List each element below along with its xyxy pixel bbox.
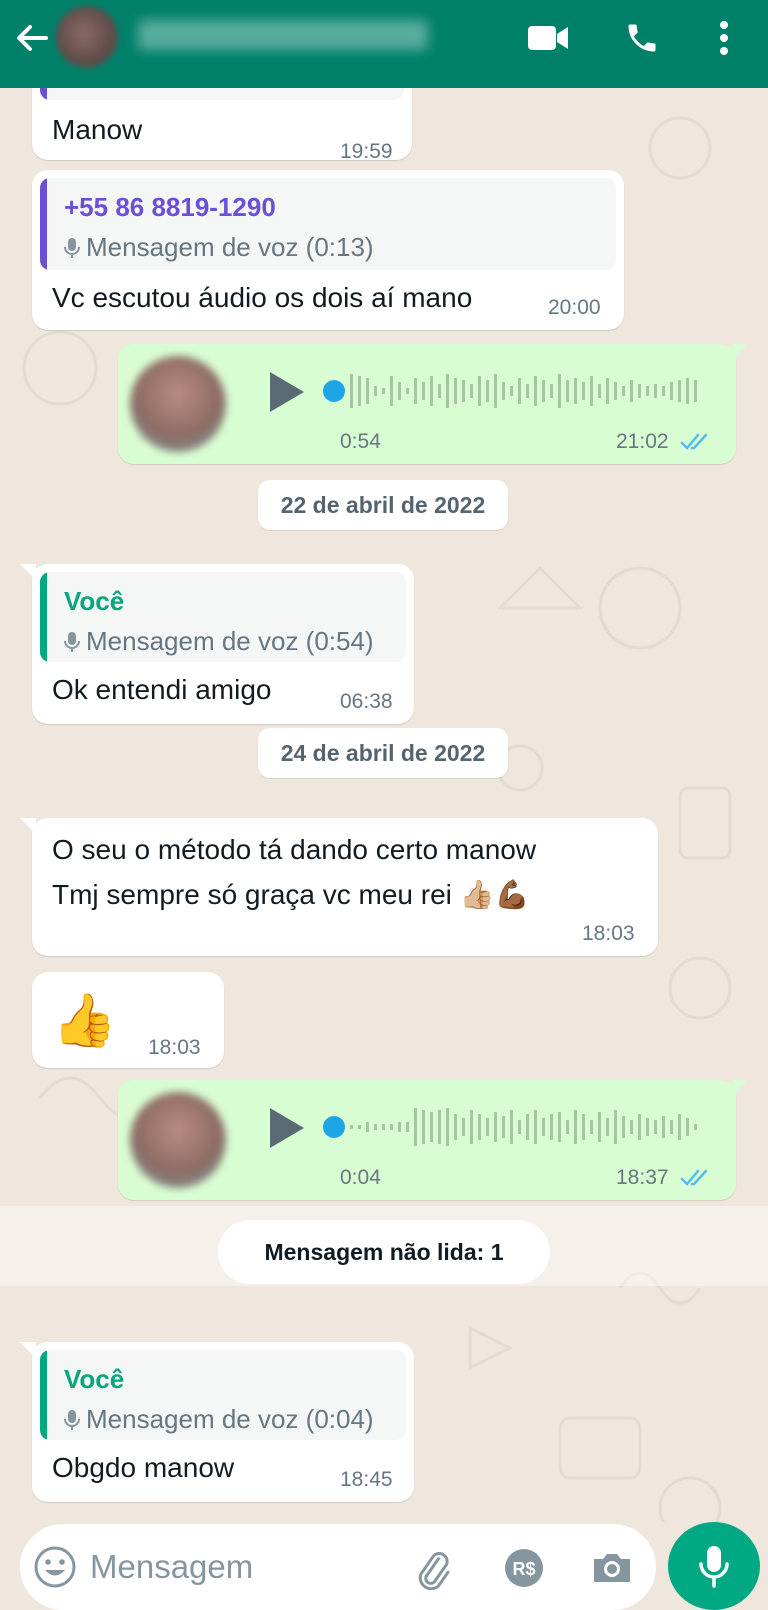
quote-sender: Você: [64, 1364, 125, 1394]
message-input[interactable]: [90, 1544, 390, 1590]
payment-button[interactable]: R$: [504, 1548, 544, 1588]
quoted-message[interactable]: +55 86 8819-1290 Mensagem de voz (0:13): [40, 178, 616, 270]
quoted-message[interactable]: Você Mensagem de voz (0:04): [40, 1350, 406, 1440]
sender-avatar: [130, 356, 226, 452]
message-time: 18:37: [616, 1166, 669, 1189]
chat-header: [0, 0, 768, 88]
double-check-icon: [680, 1169, 708, 1186]
contact-name-redacted[interactable]: [138, 20, 428, 50]
message-bubble[interactable]: +55 86 8819-1290 Mensagem de voz (0:13) …: [32, 170, 624, 330]
message-time: 20:00: [548, 296, 601, 319]
message-text: O seu o método tá dando certo manow: [52, 834, 537, 865]
double-check-icon: [680, 433, 708, 450]
quote-bar: [40, 178, 47, 270]
message-list[interactable]: Manow 19:59 +55 86 8819-1290 Mensagem de…: [0, 88, 768, 1522]
message-text: Vc escutou áudio os dois aí mano: [52, 282, 473, 313]
voice-call-button[interactable]: [618, 14, 666, 62]
message-time: 19:59: [340, 140, 393, 163]
emoji-message: 👍: [52, 992, 117, 1050]
message-time: 18:03: [582, 922, 635, 945]
camera-icon: [594, 1554, 630, 1582]
message-bubble[interactable]: O seu o método tá dando certo manow Tmj …: [20, 818, 658, 956]
quote-content: Mensagem de voz (0:54): [64, 626, 374, 657]
message-bubble[interactable]: Você Mensagem de voz (0:04) Obgdo manow …: [20, 1342, 414, 1502]
message-time: 18:03: [148, 1036, 201, 1059]
arrow-left-icon: [17, 25, 48, 51]
voice-duration: 0:04: [340, 1166, 381, 1189]
voice-message-bubble[interactable]: 0:04 18:37: [118, 1080, 748, 1200]
audio-waveform[interactable]: [322, 1102, 712, 1152]
play-icon: [270, 1108, 304, 1148]
microphone-icon: [64, 237, 80, 258]
phone-icon: [628, 24, 656, 52]
quote-content: Mensagem de voz (0:13): [64, 232, 374, 263]
play-button[interactable]: [264, 370, 308, 414]
quote-sender: Você: [64, 586, 125, 616]
video-call-button[interactable]: [524, 14, 572, 62]
message-text: Obgdo manow: [52, 1452, 235, 1483]
message-composer: R$: [20, 1524, 656, 1610]
audio-waveform[interactable]: [322, 366, 712, 416]
microphone-icon: [64, 631, 80, 652]
message-bubble[interactable]: Manow 19:59: [32, 88, 412, 163]
microphone-icon: [64, 1409, 80, 1430]
message-text: Tmj sempre só graça vc meu rei 👍🏼💪🏾: [52, 879, 530, 910]
microphone-icon: [699, 1546, 729, 1588]
attach-button[interactable]: [410, 1546, 454, 1591]
message-text: Ok entendi amigo: [52, 674, 272, 705]
quote-text: Mensagem de voz (0:13): [86, 232, 374, 262]
play-icon: [270, 372, 304, 412]
quote-sender: +55 86 8819-1290: [64, 192, 276, 222]
voice-record-button[interactable]: [668, 1522, 760, 1610]
message-time: 06:38: [340, 690, 393, 713]
quote-bar: [40, 1350, 47, 1440]
quote-content: Mensagem de voz (0:04): [64, 1404, 374, 1435]
date-divider: 24 de abril de 2022: [258, 728, 508, 778]
unread-messages-badge: Mensagem não lida: 1: [218, 1220, 550, 1284]
quoted-message[interactable]: Você Mensagem de voz (0:54): [40, 572, 406, 662]
quote-bar: [40, 88, 47, 100]
paperclip-icon: [418, 1552, 450, 1591]
message-bubble[interactable]: Você Mensagem de voz (0:54) Ok entendi a…: [20, 564, 414, 724]
contact-avatar[interactable]: [56, 6, 118, 68]
more-vertical-icon: [720, 21, 728, 55]
video-camera-icon: [528, 26, 568, 50]
message-time: 18:45: [340, 1468, 393, 1491]
quote-bar: [40, 572, 47, 662]
sender-avatar: [130, 1092, 226, 1188]
back-button[interactable]: [12, 18, 52, 58]
menu-button[interactable]: [700, 14, 748, 62]
svg-text:R$: R$: [512, 1559, 535, 1579]
quote-text: Mensagem de voz (0:54): [86, 626, 374, 656]
play-button[interactable]: [264, 1106, 308, 1150]
camera-button[interactable]: [590, 1546, 634, 1590]
quote-text: Mensagem de voz (0:04): [86, 1404, 374, 1434]
emoji-button[interactable]: [32, 1544, 78, 1590]
quoted-message[interactable]: [40, 88, 404, 100]
voice-duration: 0:54: [340, 430, 381, 453]
voice-message-bubble[interactable]: 0:54 21:02: [118, 344, 748, 464]
date-divider: 22 de abril de 2022: [258, 480, 508, 530]
emoji-icon: [34, 1546, 76, 1588]
payment-icon: R$: [505, 1549, 543, 1587]
message-bubble[interactable]: 👍 18:03: [32, 972, 224, 1068]
message-text: Manow: [52, 114, 143, 145]
message-time: 21:02: [616, 430, 669, 453]
